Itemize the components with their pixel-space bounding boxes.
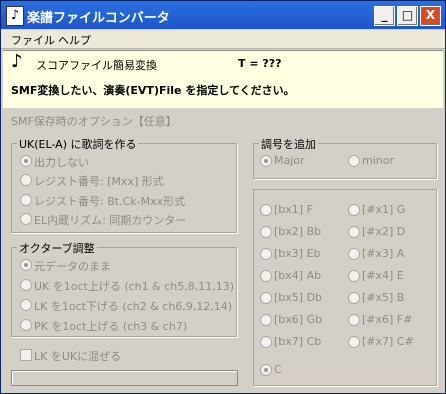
music-note-icon: ♪ bbox=[11, 51, 23, 72]
lyrics-group-title: UK(EL-A) に歌詞を作る bbox=[17, 136, 139, 152]
window-title: 楽譜ファイルコンバータ bbox=[27, 11, 170, 26]
radio-icon bbox=[20, 259, 32, 271]
key-group-title: 調号を追加 bbox=[259, 136, 318, 152]
checkbox-icon bbox=[20, 349, 32, 361]
lyrics-group: UK(EL-A) に歌詞を作る 出力しない レジスト番号: [Mxx] 形式 レ… bbox=[11, 136, 237, 233]
radio-icon bbox=[260, 336, 272, 348]
radio-icon bbox=[348, 155, 360, 167]
radio-icon bbox=[348, 226, 360, 238]
instruction-text: SMF変換したい、演奏(EVT)File を指定してください。 bbox=[11, 84, 295, 97]
radio-icon bbox=[348, 248, 360, 260]
radio-icon bbox=[20, 213, 32, 225]
radio-icon bbox=[348, 270, 360, 282]
tempo-readout: T = ??? bbox=[238, 57, 282, 70]
progress-bar bbox=[11, 370, 238, 386]
radio-icon bbox=[348, 314, 360, 326]
maximize-button[interactable]: □ bbox=[397, 6, 418, 26]
radio-icon bbox=[260, 226, 272, 238]
radio-icon bbox=[20, 279, 32, 291]
radio-icon bbox=[20, 194, 32, 206]
radio-icon bbox=[260, 248, 272, 260]
menu-bar: ファイル ヘルプ bbox=[1, 30, 445, 49]
radio-icon bbox=[260, 204, 272, 216]
menu-help[interactable]: ヘルプ bbox=[58, 32, 91, 48]
radio-icon bbox=[20, 319, 32, 331]
key-signature-group: [bx1] F [bx2] Bb [bx3] Eb [bx4] Ab [bx5]… bbox=[253, 189, 437, 386]
radio-icon bbox=[260, 292, 272, 304]
score-icon: ♪ bbox=[6, 6, 24, 26]
radio-icon bbox=[260, 314, 272, 326]
close-button[interactable]: X bbox=[420, 6, 441, 26]
title-bar[interactable]: ♪ 楽譜ファイルコンバータ _ □ X bbox=[1, 1, 445, 29]
radio-icon bbox=[20, 155, 32, 167]
radio-icon bbox=[348, 336, 360, 348]
radio-icon bbox=[348, 204, 360, 216]
status-banner: ♪ スコアファイル簡易変換 T = ??? SMF変換したい、演奏(EVT)Fi… bbox=[3, 50, 443, 108]
radio-icon bbox=[260, 155, 272, 167]
key-mode-group: 調号を追加 Major minor bbox=[253, 136, 437, 179]
radio-icon bbox=[260, 270, 272, 282]
octave-group-title: オクターブ調整 bbox=[17, 240, 97, 256]
minimize-button[interactable]: _ bbox=[374, 6, 395, 26]
radio-icon bbox=[20, 174, 32, 186]
menu-file[interactable]: ファイル bbox=[11, 32, 55, 48]
mode-label: スコアファイル簡易変換 bbox=[36, 59, 157, 72]
options-heading: SMF保存時のオプション【任意】 bbox=[11, 115, 177, 128]
app-window: ♪ 楽譜ファイルコンバータ _ □ X ファイル ヘルプ ♪ スコアファイル簡易… bbox=[0, 0, 446, 394]
radio-icon bbox=[20, 299, 32, 311]
radio-icon bbox=[348, 292, 360, 304]
radio-icon bbox=[260, 364, 272, 376]
octave-group: オクターブ調整 元データのまま UK を1oct上げる (ch1 & ch5,8… bbox=[11, 240, 237, 337]
